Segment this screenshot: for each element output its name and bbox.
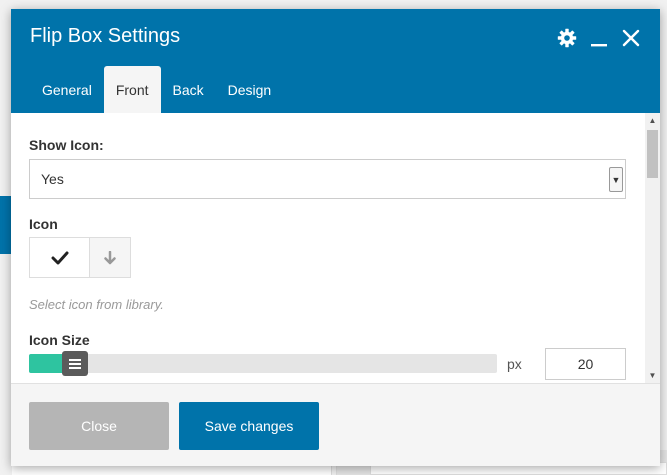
arrow-down-icon xyxy=(104,250,116,264)
icon-size-unit: px xyxy=(507,356,522,372)
close-icon[interactable] xyxy=(620,27,642,49)
save-changes-button[interactable]: Save changes xyxy=(179,402,319,450)
icon-label: Icon xyxy=(29,216,58,232)
scroll-down-icon[interactable]: ▼ xyxy=(645,368,660,383)
scroll-up-icon[interactable]: ▲ xyxy=(645,113,660,128)
icon-hint: Select icon from library. xyxy=(29,297,164,312)
selected-icon-preview[interactable] xyxy=(30,238,90,277)
tab-design[interactable]: Design xyxy=(216,66,284,113)
header-icons xyxy=(556,27,642,49)
modal-body: Show Icon: Yes ▼ Icon Select icon from l… xyxy=(11,113,660,383)
close-button[interactable]: Close xyxy=(29,402,169,450)
checkmark-icon xyxy=(51,251,68,264)
icon-size-input[interactable]: 20 xyxy=(545,348,626,380)
scrollbar-thumb[interactable] xyxy=(647,130,658,178)
tab-back[interactable]: Back xyxy=(161,66,216,113)
gear-icon[interactable] xyxy=(556,27,578,49)
tab-front[interactable]: Front xyxy=(103,66,161,113)
show-icon-select[interactable]: Yes ▼ xyxy=(29,159,626,199)
modal-footer: Close Save changes xyxy=(11,383,660,466)
icon-size-slider[interactable] xyxy=(29,351,497,376)
icon-library-button[interactable] xyxy=(90,238,130,277)
body-scrollbar[interactable]: ▲ ▼ xyxy=(645,113,660,383)
flip-box-settings-modal: Flip Box Settings General Front Back Des… xyxy=(11,9,660,466)
modal-header: Flip Box Settings General Front Back Des… xyxy=(11,9,660,113)
modal-title: Flip Box Settings xyxy=(30,25,181,47)
slider-fill xyxy=(29,354,66,373)
show-icon-value: Yes xyxy=(41,171,64,187)
icon-size-label: Icon Size xyxy=(29,332,90,348)
slider-handle[interactable] xyxy=(62,351,88,376)
tab-general[interactable]: General xyxy=(30,66,104,113)
minimize-icon[interactable] xyxy=(588,27,610,49)
chevron-down-icon[interactable]: ▼ xyxy=(609,167,623,192)
tab-bar: General Front Back Design xyxy=(30,66,283,113)
show-icon-label: Show Icon: xyxy=(29,137,104,153)
icon-picker xyxy=(29,237,131,278)
